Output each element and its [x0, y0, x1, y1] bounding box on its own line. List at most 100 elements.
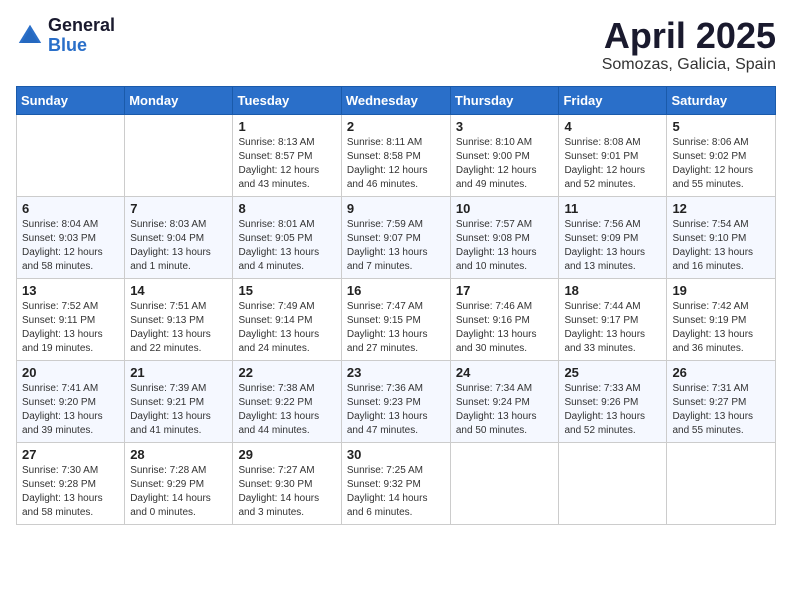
calendar-week-row: 6 Sunrise: 8:04 AM Sunset: 9:03 PM Daylig… — [17, 196, 776, 278]
day-number: 8 — [238, 201, 335, 216]
title-area: April 2025 Somozas, Galicia, Spain — [602, 16, 776, 74]
day-info: Sunrise: 7:27 AM Sunset: 9:30 PM Dayligh… — [238, 464, 335, 520]
day-info: Sunrise: 8:03 AM Sunset: 9:04 PM Dayligh… — [130, 218, 227, 274]
calendar-cell: 10 Sunrise: 7:57 AM Sunset: 9:08 PM Dayli… — [450, 196, 559, 278]
day-info: Sunrise: 7:56 AM Sunset: 9:09 PM Dayligh… — [564, 218, 661, 274]
day-info: Sunrise: 8:11 AM Sunset: 8:58 PM Dayligh… — [347, 136, 445, 192]
calendar-week-row: 20 Sunrise: 7:41 AM Sunset: 9:20 PM Dayli… — [17, 360, 776, 442]
calendar-cell: 11 Sunrise: 7:56 AM Sunset: 9:09 PM Dayli… — [559, 196, 667, 278]
calendar-cell — [667, 442, 776, 524]
day-number: 25 — [564, 365, 661, 380]
day-number: 4 — [564, 119, 661, 134]
month-title: April 2025 — [602, 16, 776, 56]
calendar-cell: 9 Sunrise: 7:59 AM Sunset: 9:07 PM Daylig… — [341, 196, 450, 278]
calendar-cell: 3Sunrise: 8:10 AM Sunset: 9:00 PM Daylig… — [450, 114, 559, 196]
day-info: Sunrise: 7:42 AM Sunset: 9:19 PM Dayligh… — [672, 300, 770, 356]
weekday-header-wednesday: Wednesday — [341, 86, 450, 114]
day-info: Sunrise: 7:41 AM Sunset: 9:20 PM Dayligh… — [22, 382, 119, 438]
logo-general-text: General — [48, 16, 115, 36]
calendar-week-row: 13Sunrise: 7:52 AM Sunset: 9:11 PM Dayli… — [17, 278, 776, 360]
day-number: 2 — [347, 119, 445, 134]
calendar-cell: 6 Sunrise: 8:04 AM Sunset: 9:03 PM Daylig… — [17, 196, 125, 278]
logo-blue-text: Blue — [48, 36, 115, 56]
day-info: Sunrise: 7:39 AM Sunset: 9:21 PM Dayligh… — [130, 382, 227, 438]
day-info: Sunrise: 7:59 AM Sunset: 9:07 PM Dayligh… — [347, 218, 445, 274]
calendar-cell — [559, 442, 667, 524]
day-number: 11 — [564, 201, 661, 216]
day-number: 29 — [238, 447, 335, 462]
day-number: 16 — [347, 283, 445, 298]
day-number: 10 — [456, 201, 554, 216]
day-number: 7 — [130, 201, 227, 216]
calendar-cell: 1 Sunrise: 8:13 AM Sunset: 8:57 PM Daylig… — [233, 114, 341, 196]
day-number: 13 — [22, 283, 119, 298]
weekday-header-monday: Monday — [125, 86, 233, 114]
day-number: 19 — [672, 283, 770, 298]
calendar-cell: 24 Sunrise: 7:34 AM Sunset: 9:24 PM Dayli… — [450, 360, 559, 442]
day-info: Sunrise: 7:54 AM Sunset: 9:10 PM Dayligh… — [672, 218, 770, 274]
day-number: 24 — [456, 365, 554, 380]
calendar-cell: 25Sunrise: 7:33 AM Sunset: 9:26 PM Dayli… — [559, 360, 667, 442]
calendar-cell: 7 Sunrise: 8:03 AM Sunset: 9:04 PM Daylig… — [125, 196, 233, 278]
day-info: Sunrise: 7:34 AM Sunset: 9:24 PM Dayligh… — [456, 382, 554, 438]
weekday-header-row: SundayMondayTuesdayWednesdayThursdayFrid… — [17, 86, 776, 114]
calendar-cell: 23 Sunrise: 7:36 AM Sunset: 9:23 PM Dayli… — [341, 360, 450, 442]
day-info: Sunrise: 8:13 AM Sunset: 8:57 PM Dayligh… — [238, 136, 335, 192]
day-number: 22 — [238, 365, 335, 380]
day-number: 1 — [238, 119, 335, 134]
day-info: Sunrise: 7:47 AM Sunset: 9:15 PM Dayligh… — [347, 300, 445, 356]
calendar-cell: 16 Sunrise: 7:47 AM Sunset: 9:15 PM Dayli… — [341, 278, 450, 360]
day-number: 18 — [564, 283, 661, 298]
day-number: 12 — [672, 201, 770, 216]
calendar-cell: 5 Sunrise: 8:06 AM Sunset: 9:02 PM Daylig… — [667, 114, 776, 196]
day-number: 5 — [672, 119, 770, 134]
calendar-cell: 27 Sunrise: 7:30 AM Sunset: 9:28 PM Dayli… — [17, 442, 125, 524]
calendar-cell: 17 Sunrise: 7:46 AM Sunset: 9:16 PM Dayli… — [450, 278, 559, 360]
day-info: Sunrise: 7:25 AM Sunset: 9:32 PM Dayligh… — [347, 464, 445, 520]
day-info: Sunrise: 7:31 AM Sunset: 9:27 PM Dayligh… — [672, 382, 770, 438]
calendar-cell: 13Sunrise: 7:52 AM Sunset: 9:11 PM Dayli… — [17, 278, 125, 360]
location-title: Somozas, Galicia, Spain — [602, 56, 776, 74]
weekday-header-tuesday: Tuesday — [233, 86, 341, 114]
calendar-cell — [17, 114, 125, 196]
calendar-week-row: 1 Sunrise: 8:13 AM Sunset: 8:57 PM Daylig… — [17, 114, 776, 196]
calendar-cell — [125, 114, 233, 196]
day-info: Sunrise: 7:57 AM Sunset: 9:08 PM Dayligh… — [456, 218, 554, 274]
calendar-week-row: 27 Sunrise: 7:30 AM Sunset: 9:28 PM Dayli… — [17, 442, 776, 524]
day-number: 28 — [130, 447, 227, 462]
day-number: 17 — [456, 283, 554, 298]
day-info: Sunrise: 8:04 AM Sunset: 9:03 PM Dayligh… — [22, 218, 119, 274]
calendar-cell: 2 Sunrise: 8:11 AM Sunset: 8:58 PM Daylig… — [341, 114, 450, 196]
calendar-cell: 30 Sunrise: 7:25 AM Sunset: 9:32 PM Dayli… — [341, 442, 450, 524]
day-info: Sunrise: 7:51 AM Sunset: 9:13 PM Dayligh… — [130, 300, 227, 356]
day-info: Sunrise: 8:10 AM Sunset: 9:00 PM Dayligh… — [456, 136, 554, 192]
calendar-cell: 15Sunrise: 7:49 AM Sunset: 9:14 PM Dayli… — [233, 278, 341, 360]
calendar-table: SundayMondayTuesdayWednesdayThursdayFrid… — [16, 86, 776, 525]
logo: General Blue — [16, 16, 115, 56]
day-number: 14 — [130, 283, 227, 298]
day-info: Sunrise: 7:46 AM Sunset: 9:16 PM Dayligh… — [456, 300, 554, 356]
day-info: Sunrise: 7:30 AM Sunset: 9:28 PM Dayligh… — [22, 464, 119, 520]
day-info: Sunrise: 7:36 AM Sunset: 9:23 PM Dayligh… — [347, 382, 445, 438]
weekday-header-saturday: Saturday — [667, 86, 776, 114]
calendar-cell: 22 Sunrise: 7:38 AM Sunset: 9:22 PM Dayli… — [233, 360, 341, 442]
day-number: 9 — [347, 201, 445, 216]
day-number: 6 — [22, 201, 119, 216]
day-info: Sunrise: 7:38 AM Sunset: 9:22 PM Dayligh… — [238, 382, 335, 438]
calendar-cell: 21 Sunrise: 7:39 AM Sunset: 9:21 PM Dayli… — [125, 360, 233, 442]
day-number: 15 — [238, 283, 335, 298]
day-number: 23 — [347, 365, 445, 380]
calendar-cell — [450, 442, 559, 524]
calendar-cell: 4Sunrise: 8:08 AM Sunset: 9:01 PM Daylig… — [559, 114, 667, 196]
day-info: Sunrise: 8:01 AM Sunset: 9:05 PM Dayligh… — [238, 218, 335, 274]
day-number: 27 — [22, 447, 119, 462]
day-number: 20 — [22, 365, 119, 380]
calendar-cell: 8 Sunrise: 8:01 AM Sunset: 9:05 PM Daylig… — [233, 196, 341, 278]
day-number: 21 — [130, 365, 227, 380]
day-number: 26 — [672, 365, 770, 380]
day-number: 30 — [347, 447, 445, 462]
header: General Blue April 2025 Somozas, Galicia… — [16, 16, 776, 74]
calendar-cell: 29 Sunrise: 7:27 AM Sunset: 9:30 PM Dayli… — [233, 442, 341, 524]
logo-icon — [16, 22, 44, 50]
day-info: Sunrise: 8:06 AM Sunset: 9:02 PM Dayligh… — [672, 136, 770, 192]
